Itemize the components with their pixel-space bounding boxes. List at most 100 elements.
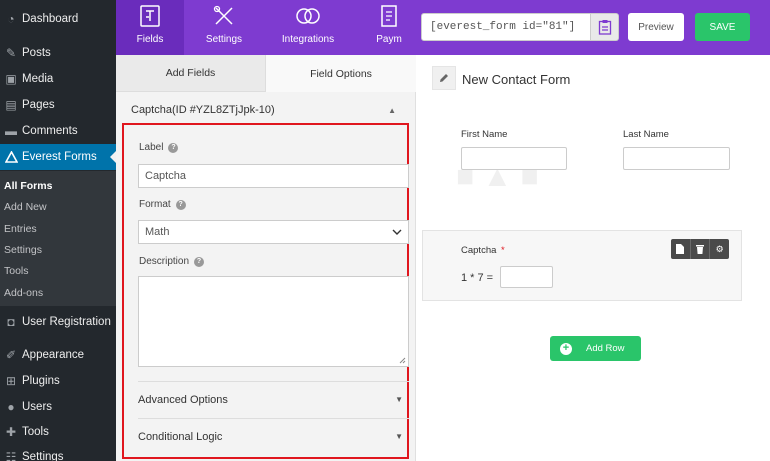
form-title[interactable]: New Contact Form: [462, 72, 570, 87]
save-button[interactable]: SAVE: [695, 13, 750, 41]
edit-title-button[interactable]: [432, 66, 456, 90]
captcha-answer-input[interactable]: [500, 266, 553, 288]
chevron-down-icon: [392, 229, 402, 235]
copy-shortcode-button[interactable]: [591, 13, 619, 41]
media-icon: ▣: [5, 72, 17, 86]
sidebar-item-label: Dashboard: [22, 13, 79, 25]
sidebar-item-label: Plugins: [22, 375, 60, 387]
user-registration-icon: ◘: [7, 315, 15, 329]
add-row-label: Add Row: [586, 343, 625, 354]
tab-integrations[interactable]: Integrations: [274, 0, 342, 55]
tab-fields[interactable]: Fields: [116, 0, 184, 55]
wp-admin-sidebar: ◔ Dashboard ✎ Posts ▣ Media ▤ Pages ▬ Co…: [0, 0, 116, 461]
last-name-input[interactable]: [623, 147, 730, 170]
captcha-question: 1 * 7 =: [461, 272, 494, 284]
highlight-box: Label ? Captcha Format ? Math Descriptio…: [122, 123, 409, 459]
users-icon: ●: [7, 400, 15, 414]
first-name-input[interactable]: [461, 147, 567, 170]
accordion-label: Conditional Logic: [138, 430, 223, 443]
trash-icon[interactable]: [691, 239, 711, 259]
first-name-label: First Name: [461, 129, 508, 140]
description-field-label: Description ?: [139, 256, 205, 267]
add-row-button[interactable]: + Add Row: [550, 336, 641, 361]
tab-label: Settings: [205, 34, 243, 45]
conditional-logic-accordion[interactable]: Conditional Logic ▼: [138, 418, 409, 454]
format-text: Format: [139, 199, 171, 210]
last-name-label: Last Name: [623, 129, 669, 140]
sidebar-item-label: Settings: [22, 451, 64, 461]
dashboard-icon: ◔: [7, 12, 15, 26]
format-select[interactable]: Math: [138, 220, 409, 244]
everest-forms-submenu: All Forms Add New Entries Settings Tools…: [0, 171, 116, 306]
pin-icon: ✎: [5, 46, 17, 60]
sidebar-item-plugins[interactable]: ⊞ Plugins: [0, 368, 116, 394]
tab-field-options[interactable]: Field Options: [266, 55, 416, 92]
sidebar-item-dashboard[interactable]: ◔ Dashboard: [0, 6, 116, 32]
sidebar-item-posts[interactable]: ✎ Posts: [0, 40, 116, 66]
tab-payment[interactable]: Paym: [354, 0, 424, 55]
help-icon[interactable]: ?: [168, 142, 179, 153]
sidebar-item-user-registration[interactable]: ◘ User Registration: [0, 309, 116, 335]
submenu-entries[interactable]: Entries: [4, 223, 37, 235]
sidebar-item-settings[interactable]: ☷ Settings: [0, 444, 116, 461]
sidebar-item-label: Pages: [22, 99, 55, 111]
accordion-label: Advanced Options: [138, 393, 228, 406]
sidebar-item-appearance[interactable]: ✐ Appearance: [0, 342, 116, 368]
brush-icon: ✐: [5, 348, 17, 362]
plugin-icon: ⊞: [5, 374, 17, 388]
submenu-add-ons[interactable]: Add-ons: [4, 287, 43, 299]
tab-label: Integrations: [281, 34, 335, 45]
description-textarea[interactable]: [138, 276, 409, 367]
sidebar-item-label: User Registration: [22, 316, 111, 328]
builder-topbar: Fields Settings Integrations Paym [evere…: [116, 0, 770, 55]
tab-label: Fields: [136, 34, 164, 45]
duplicate-icon[interactable]: [671, 239, 691, 259]
label-input[interactable]: Captcha: [138, 164, 409, 188]
format-selected-value: Math: [145, 226, 170, 238]
settings-icon: ☷: [5, 450, 17, 461]
sidebar-item-tools[interactable]: ✚ Tools: [0, 419, 116, 445]
tab-settings[interactable]: Settings: [190, 0, 258, 55]
resize-handle-icon[interactable]: [399, 357, 406, 364]
captcha-label: Captcha *: [461, 245, 505, 256]
submenu-settings[interactable]: Settings: [4, 244, 42, 256]
section-title: Captcha(ID #YZL8ZTjJpk-10): [131, 104, 275, 116]
help-icon[interactable]: ?: [175, 199, 186, 210]
field-options-panel: Add Fields Field Options Captcha(ID #YZL…: [116, 55, 416, 461]
captcha-field-block[interactable]: Captcha * ⚙ 1 * 7 =: [422, 230, 742, 301]
page-icon: ▤: [5, 98, 17, 112]
caret-down-icon: ▼: [395, 432, 403, 441]
tab-add-fields[interactable]: Add Fields: [116, 55, 266, 92]
sidebar-item-label: Users: [22, 401, 53, 413]
payment-icon: [381, 5, 397, 27]
comment-icon: ▬: [5, 124, 17, 138]
submenu-tools[interactable]: Tools: [4, 265, 29, 277]
sidebar-item-label: Appearance: [22, 349, 85, 361]
shortcode-field[interactable]: [everest_form id="81"]: [421, 13, 591, 41]
form-canvas: ■ ▲ ■ New Contact Form First Name Last N…: [416, 55, 770, 461]
preview-button[interactable]: Preview: [628, 13, 684, 41]
submenu-all-forms[interactable]: All Forms: [4, 180, 52, 192]
captcha-section-header[interactable]: Captcha(ID #YZL8ZTjJpk-10) ▲: [116, 99, 416, 121]
help-icon[interactable]: ?: [194, 256, 205, 267]
captcha-label-text: Captcha: [461, 245, 497, 256]
tab-label: Paym: [376, 34, 402, 45]
sidebar-item-label: Posts: [22, 47, 51, 59]
sidebar-item-everest-forms[interactable]: Everest Forms: [0, 144, 116, 170]
collapse-up-icon: ▲: [388, 105, 396, 115]
everest-forms-icon: [4, 150, 18, 164]
sidebar-item-users[interactable]: ● Users: [0, 394, 116, 420]
settings-tools-icon: [213, 5, 233, 25]
pencil-icon: [440, 74, 448, 82]
wrench-icon: ✚: [5, 425, 17, 439]
sidebar-item-pages[interactable]: ▤ Pages: [0, 92, 116, 118]
plus-icon: +: [560, 342, 572, 355]
sidebar-item-media[interactable]: ▣ Media: [0, 66, 116, 92]
description-text: Description: [139, 256, 190, 267]
clipboard-icon: [598, 20, 611, 35]
advanced-options-accordion[interactable]: Advanced Options ▼: [138, 381, 409, 417]
label-field-label: Label ?: [139, 142, 179, 153]
submenu-add-new[interactable]: Add New: [4, 201, 47, 213]
gear-icon[interactable]: ⚙: [710, 239, 729, 259]
sidebar-item-comments[interactable]: ▬ Comments: [0, 118, 116, 144]
